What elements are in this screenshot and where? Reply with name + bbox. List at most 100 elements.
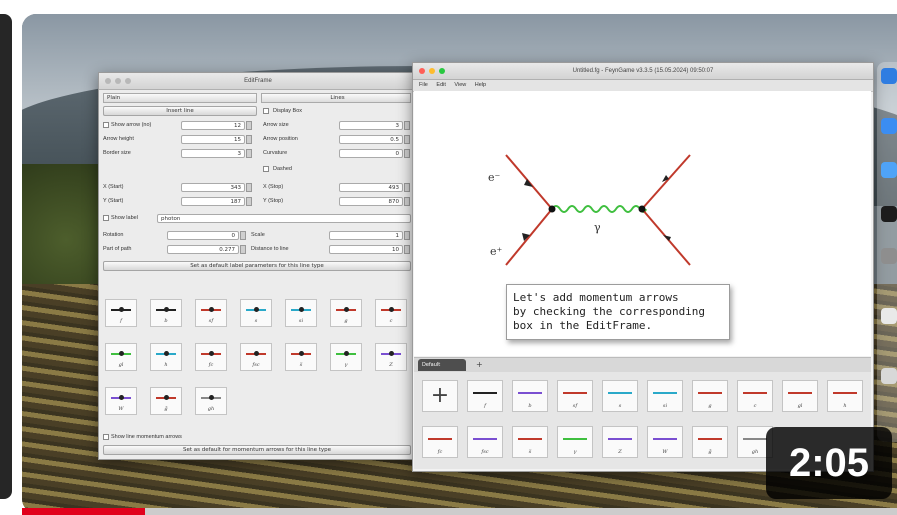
palette-tile[interactable]: h [827, 380, 863, 412]
safari-icon[interactable] [881, 118, 897, 134]
line-type-tile[interactable]: Z [375, 343, 407, 371]
palette-tile[interactable]: sf [557, 380, 593, 412]
palette-tile[interactable]: Z [602, 426, 638, 458]
x-stop-stepper[interactable] [404, 183, 410, 192]
part-of-path-stepper[interactable] [240, 245, 246, 254]
rotation-stepper[interactable] [240, 231, 246, 240]
part-of-path-field[interactable]: 0.277 [167, 245, 239, 254]
video-progress-bar[interactable] [22, 508, 897, 515]
palette-tile[interactable]: b [512, 380, 548, 412]
line-type-tile[interactable]: gl [105, 343, 137, 371]
line-type-tile[interactable]: g̃ [150, 387, 182, 415]
menu-help[interactable]: Help [475, 82, 486, 88]
y-stop-field[interactable]: 870 [339, 197, 403, 206]
line-type-tile[interactable]: s̅ [285, 343, 317, 371]
close-icon[interactable] [419, 68, 425, 74]
line-type-tile[interactable]: h [150, 343, 182, 371]
tab-default[interactable]: Default [418, 359, 466, 371]
menu-file[interactable]: File [419, 82, 428, 88]
arrow-size-field[interactable]: 3 [339, 121, 403, 130]
outgoing-line-top[interactable] [641, 154, 691, 210]
set-default-momentum-button[interactable]: Set as default for momentum arrows for t… [103, 445, 411, 455]
arrow-size-stepper[interactable] [404, 121, 410, 130]
add-line-button[interactable]: + [422, 380, 458, 412]
line-type-tile[interactable]: c [375, 299, 407, 327]
line-type-tile[interactable]: s [240, 299, 272, 327]
set-default-label-button[interactable]: Set as default label parameters for this… [103, 261, 411, 271]
palette-tile[interactable]: si [647, 380, 683, 412]
arrow-height-stepper[interactable] [246, 135, 252, 144]
palette-tile[interactable]: g̃ [692, 426, 728, 458]
palette-tile[interactable]: W [647, 426, 683, 458]
show-arrow-stepper[interactable] [246, 121, 252, 130]
line-type-tile[interactable]: f [105, 299, 137, 327]
line-style-select[interactable]: Plain [103, 93, 257, 103]
line-type-tile[interactable]: g [330, 299, 362, 327]
line-type-tile[interactable]: sf [195, 299, 227, 327]
vertex-left[interactable] [548, 205, 556, 213]
show-arrow-field[interactable]: 12 [181, 121, 245, 130]
scale-field[interactable]: 1 [329, 231, 403, 240]
terminal-icon[interactable] [881, 206, 897, 222]
palette-tile[interactable]: fsc [467, 426, 503, 458]
dashed-checkbox[interactable] [263, 166, 269, 172]
curvature-stepper[interactable] [404, 149, 410, 158]
electron-line[interactable] [505, 154, 553, 210]
palette-tile[interactable]: f [467, 380, 503, 412]
menu-view[interactable]: View [454, 82, 466, 88]
border-size-stepper[interactable] [246, 149, 252, 158]
palette-tile[interactable]: gl [782, 380, 818, 412]
arrow-position-stepper[interactable] [404, 135, 410, 144]
distance-to-line-stepper[interactable] [404, 245, 410, 254]
line-type-tile[interactable]: fsc [240, 343, 272, 371]
line-type-tile[interactable]: b [150, 299, 182, 327]
diagram-canvas[interactable]: e⁻ e⁺ γ Let's add momentum arrows by che… [414, 91, 871, 356]
distance-to-line-field[interactable]: 10 [329, 245, 403, 254]
positron-line[interactable] [505, 208, 553, 266]
line-type-tile[interactable]: W [105, 387, 137, 415]
palette-tile[interactable]: g [692, 380, 728, 412]
show-label-checkbox[interactable] [103, 215, 109, 221]
label-text-field[interactable]: photon [157, 214, 411, 223]
y-start-field[interactable]: 187 [181, 197, 245, 206]
vertex-right[interactable] [638, 205, 646, 213]
app-store-icon[interactable] [881, 68, 897, 84]
line-type-tile[interactable]: γ [330, 343, 362, 371]
minimize-icon[interactable] [115, 78, 121, 84]
rotation-field[interactable]: 0 [167, 231, 239, 240]
palette-tile[interactable]: c [737, 380, 773, 412]
palette-tile[interactable]: s [602, 380, 638, 412]
palette-tile[interactable]: γ [557, 426, 593, 458]
display-box-checkbox[interactable] [263, 108, 269, 114]
line-type-tile[interactable]: si [285, 299, 317, 327]
show-arrow-checkbox[interactable] [103, 122, 109, 128]
curvature-field[interactable]: 0 [339, 149, 403, 158]
minimize-icon[interactable] [429, 68, 435, 74]
scale-stepper[interactable] [404, 231, 410, 240]
border-size-field[interactable]: 3 [181, 149, 245, 158]
app-icon[interactable] [881, 368, 897, 384]
y-start-stepper[interactable] [246, 197, 252, 206]
palette-tile[interactable]: s̅ [512, 426, 548, 458]
add-tab-button[interactable]: + [476, 358, 483, 372]
system-settings-icon[interactable] [881, 248, 897, 264]
lines-select[interactable]: Lines [261, 93, 411, 103]
mail-icon[interactable] [881, 162, 897, 178]
zoom-icon[interactable] [125, 78, 131, 84]
outgoing-line-bottom[interactable] [641, 208, 691, 266]
palette-tile[interactable]: fc [422, 426, 458, 458]
arrow-height-field[interactable]: 15 [181, 135, 245, 144]
insert-line-button[interactable]: Insert line [103, 106, 257, 116]
close-icon[interactable] [105, 78, 111, 84]
photon-line[interactable] [551, 205, 647, 213]
menu-edit[interactable]: Edit [436, 82, 445, 88]
x-start-stepper[interactable] [246, 183, 252, 192]
x-stop-field[interactable]: 493 [339, 183, 403, 192]
x-start-field[interactable]: 343 [181, 183, 245, 192]
zoom-icon[interactable] [439, 68, 445, 74]
line-type-tile[interactable]: gh [195, 387, 227, 415]
y-stop-stepper[interactable] [404, 197, 410, 206]
line-type-tile[interactable]: fc [195, 343, 227, 371]
app-icon[interactable] [881, 308, 897, 324]
arrow-position-field[interactable]: 0.5 [339, 135, 403, 144]
